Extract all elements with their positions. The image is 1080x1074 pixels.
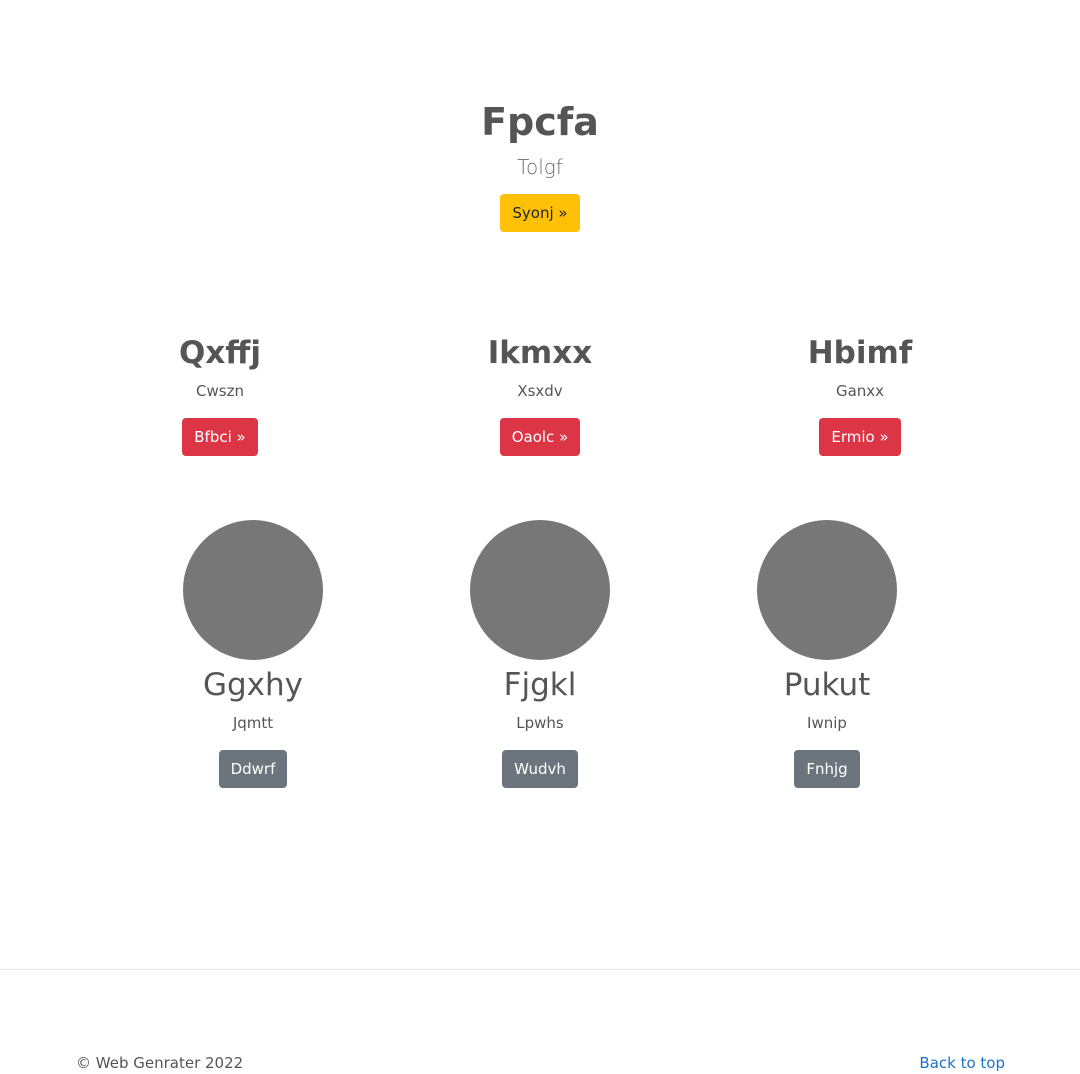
avatar-placeholder [757, 520, 897, 660]
person-button[interactable]: Ddwrf [218, 750, 288, 788]
person-card: Pukut Iwnip Fnhjg [707, 520, 947, 788]
avatar-placeholder [470, 520, 610, 660]
avatar-placeholder [183, 520, 323, 660]
feature-text: Ganxx [835, 382, 885, 400]
copyright-text: © Web Genrater 2022 [76, 1054, 244, 1072]
feature-card: Hbimf Ganxx Ermio » [740, 332, 980, 456]
person-name: Ggxhy [202, 667, 304, 703]
person-card: Ggxhy Jqmtt Ddwrf [133, 520, 373, 788]
person-text: Lpwhs [516, 714, 564, 732]
features-section: Qxffj Cwszn Bfbci » Ikmxx Xsxdv Oaolc » … [0, 332, 1080, 472]
person-text: Jqmtt [232, 714, 274, 732]
footer-divider [0, 969, 1080, 970]
feature-title: Hbimf [807, 335, 913, 371]
feature-text: Xsxdv [517, 382, 563, 400]
person-name: Fjgkl [503, 667, 577, 703]
people-section: Ggxhy Jqmtt Ddwrf Fjgkl Lpwhs Wudvh Puku… [0, 520, 1080, 790]
feature-title: Qxffj [178, 335, 262, 371]
hero-section: Fpcfa Tolgf Syonj » [0, 96, 1080, 232]
page: Fpcfa Tolgf Syonj » Qxffj Cwszn Bfbci » … [0, 0, 1080, 1074]
feature-title: Ikmxx [487, 335, 593, 371]
feature-card: Qxffj Cwszn Bfbci » [100, 332, 340, 456]
feature-button[interactable]: Oaolc » [499, 418, 581, 456]
feature-button[interactable]: Bfbci » [182, 418, 258, 456]
hero-subtitle: Tolgf [517, 155, 563, 179]
feature-button[interactable]: Ermio » [819, 418, 901, 456]
person-card: Fjgkl Lpwhs Wudvh [420, 520, 660, 788]
person-name: Pukut [783, 667, 871, 703]
hero-button[interactable]: Syonj » [500, 194, 580, 232]
person-button[interactable]: Fnhjg [794, 750, 860, 788]
back-to-top-link[interactable]: Back to top [919, 1052, 1005, 1074]
hero-title: Fpcfa [481, 100, 599, 144]
person-text: Iwnip [807, 714, 847, 732]
feature-card: Ikmxx Xsxdv Oaolc » [420, 332, 660, 456]
feature-text: Cwszn [196, 382, 244, 400]
person-button[interactable]: Wudvh [502, 750, 578, 788]
